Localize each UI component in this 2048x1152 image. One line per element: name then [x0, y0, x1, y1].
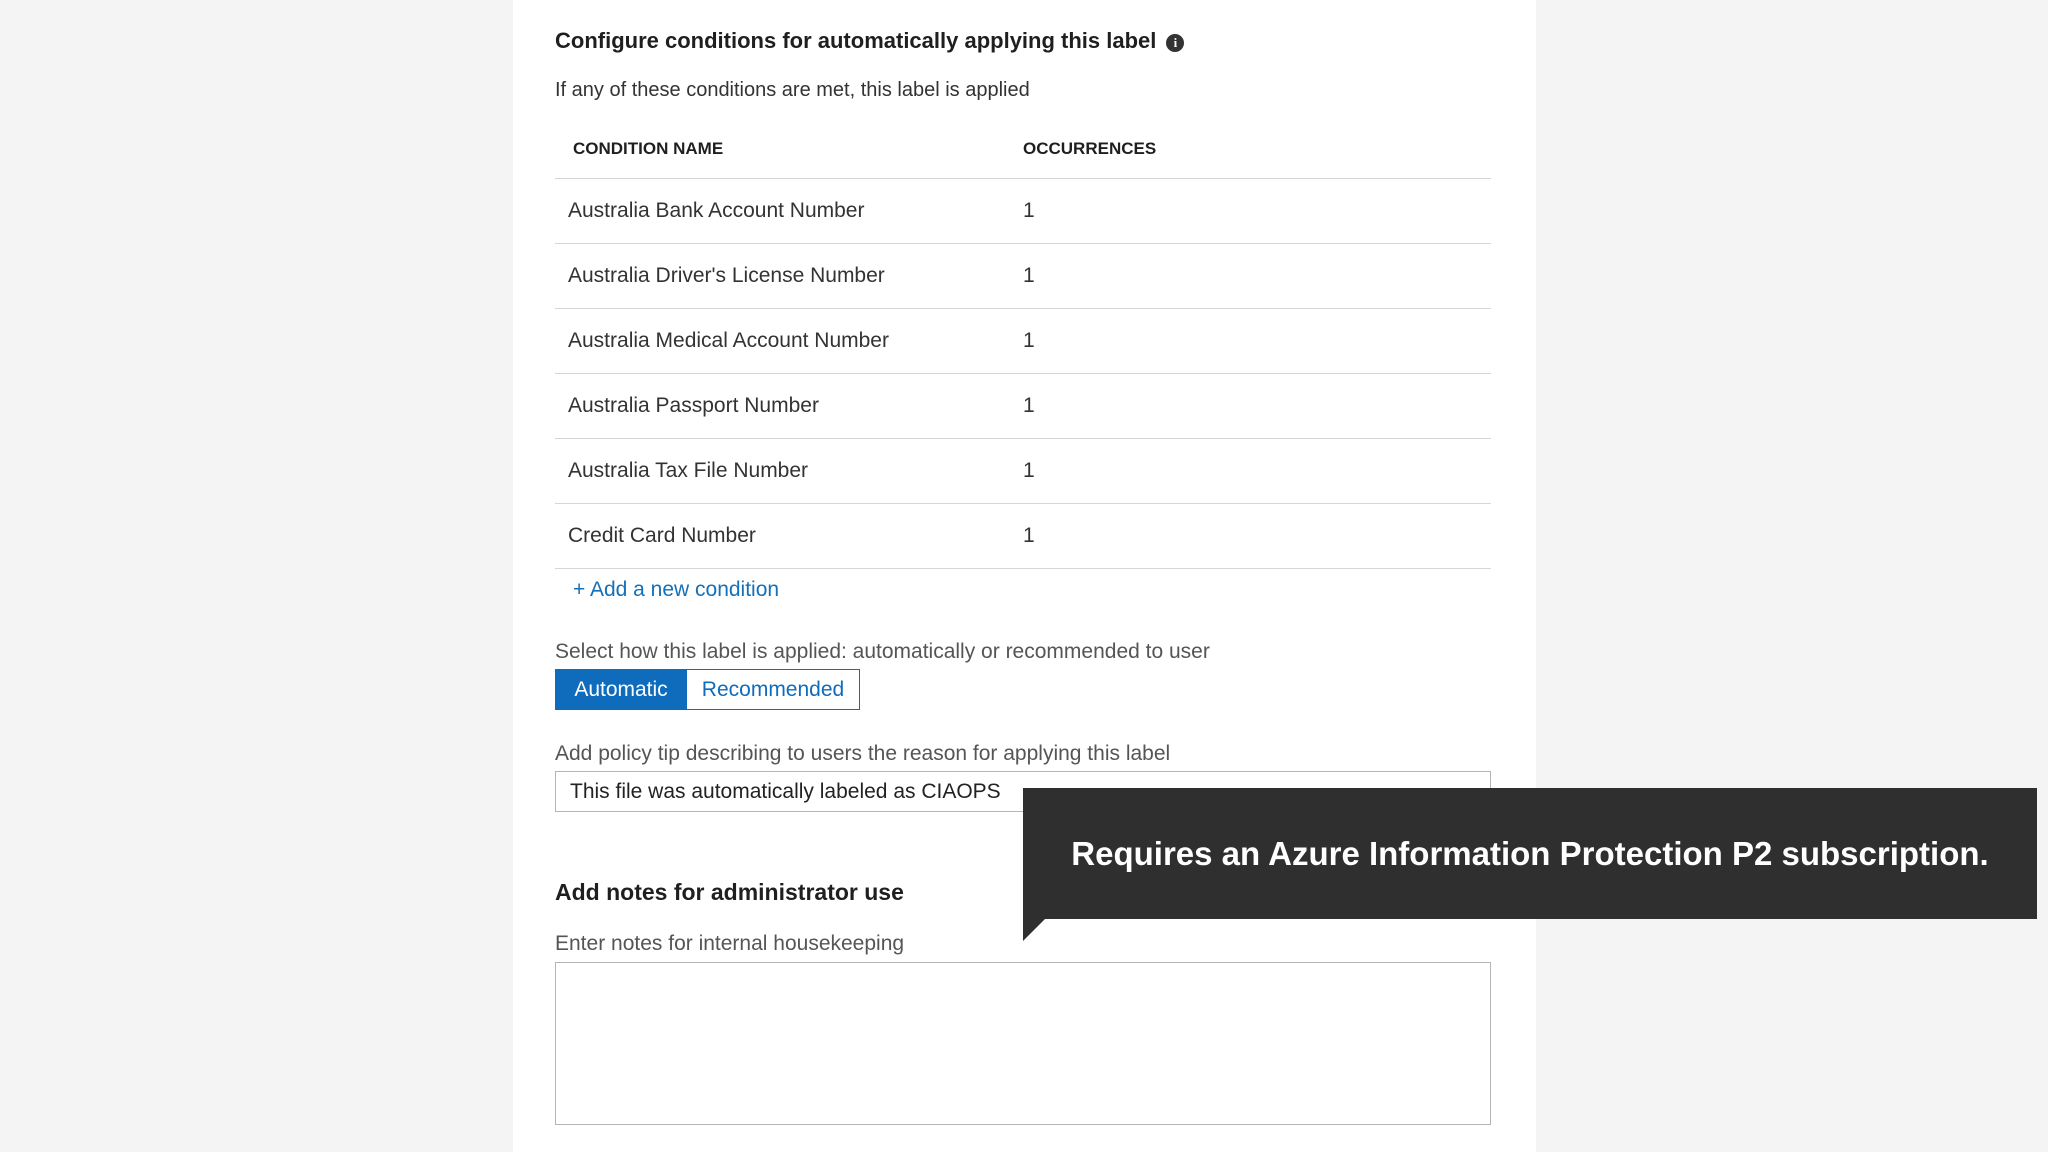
column-header-condition-name[interactable]: CONDITION NAME: [555, 139, 1023, 159]
column-header-occurrences[interactable]: OCCURRENCES: [1023, 139, 1491, 159]
table-row[interactable]: Credit Card Number 1: [555, 504, 1491, 569]
section-title: Configure conditions for automatically a…: [555, 28, 1157, 53]
policy-tip-label: Add policy tip describing to users the r…: [555, 742, 1171, 765]
conditions-table: CONDITION NAME OCCURRENCES Australia Ban…: [555, 120, 1491, 569]
condition-occurrences: 1: [1023, 264, 1035, 287]
condition-occurrences: 1: [1023, 199, 1035, 222]
condition-occurrences: 1: [1023, 524, 1035, 547]
condition-name: Australia Driver's License Number: [568, 264, 885, 287]
table-row[interactable]: Australia Passport Number 1: [555, 374, 1491, 439]
condition-name: Australia Medical Account Number: [568, 329, 889, 352]
condition-name: Australia Bank Account Number: [568, 199, 865, 222]
condition-name: Australia Tax File Number: [568, 459, 809, 482]
condition-name: Australia Passport Number: [568, 394, 819, 417]
condition-occurrences: 1: [1023, 329, 1035, 352]
admin-notes-textarea[interactable]: [555, 962, 1491, 1125]
section-heading: Configure conditions for automatically a…: [555, 28, 1185, 54]
table-row[interactable]: Australia Driver's License Number 1: [555, 244, 1491, 309]
apply-mode-label: Select how this label is applied: automa…: [555, 640, 1210, 663]
add-condition-link[interactable]: + Add a new condition: [573, 578, 779, 602]
callout-text: Requires an Azure Information Protection…: [1071, 834, 1989, 872]
info-icon[interactable]: i: [1166, 34, 1185, 52]
condition-occurrences: 1: [1023, 459, 1035, 482]
subscription-callout: Requires an Azure Information Protection…: [1023, 788, 2037, 919]
table-row[interactable]: Australia Tax File Number 1: [555, 439, 1491, 504]
condition-name: Credit Card Number: [568, 524, 756, 547]
table-header: CONDITION NAME OCCURRENCES: [555, 120, 1491, 179]
callout-pointer: [1023, 919, 1045, 941]
notes-heading: Add notes for administrator use: [555, 879, 904, 905]
condition-occurrences: 1: [1023, 394, 1035, 417]
apply-mode-toggle: Automatic Recommended: [555, 669, 860, 710]
section-description: If any of these conditions are met, this…: [555, 79, 1030, 101]
notes-label: Enter notes for internal housekeeping: [555, 932, 905, 955]
table-row[interactable]: Australia Bank Account Number 1: [555, 179, 1491, 244]
automatic-option-button[interactable]: Automatic: [556, 670, 686, 709]
recommended-option-button[interactable]: Recommended: [686, 670, 859, 709]
table-row[interactable]: Australia Medical Account Number 1: [555, 309, 1491, 374]
